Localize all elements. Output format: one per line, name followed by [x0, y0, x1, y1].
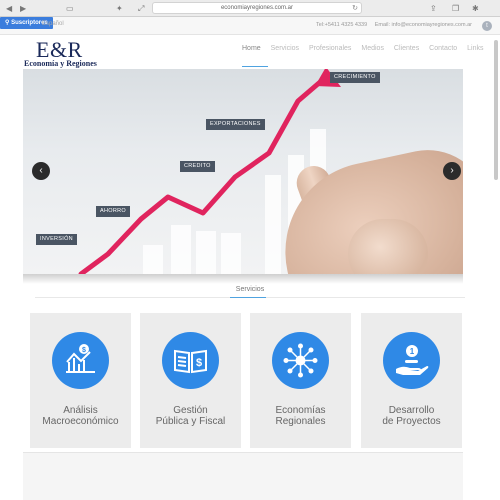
nav-links[interactable]: Links	[467, 45, 483, 52]
user-icon: ⚲	[5, 20, 10, 26]
services-title: Servicios	[235, 286, 265, 293]
browser-toolbar: ◀ ▶ ▭ ✦ ⤢ economiayregiones.com.ar ↻ ⇪ ❐…	[0, 0, 500, 17]
logo-subtitle: Economía y Regiones	[24, 59, 97, 68]
service-card-gestion[interactable]: $ Gestión Pública y Fiscal	[140, 313, 241, 448]
services-title-underline	[230, 297, 266, 298]
label-ahorro: AHORRO	[96, 206, 130, 217]
slider-prev-button[interactable]: ‹	[32, 162, 50, 180]
service-card-analisis[interactable]: $ Análisis Macroeconómico	[30, 313, 131, 448]
label-credito: CREDITO	[180, 161, 215, 172]
email-link[interactable]: Email: info@economiayregiones.com.ar	[375, 22, 472, 28]
network-icon	[272, 332, 329, 389]
share-icon[interactable]: ⇪	[430, 3, 437, 14]
slider-next-button[interactable]: ›	[443, 162, 461, 180]
nav-active-underline	[242, 66, 268, 67]
service-card-economias[interactable]: Economías Regionales	[250, 313, 351, 448]
twitter-icon[interactable]: t	[482, 21, 492, 31]
nav-medios[interactable]: Medios	[361, 45, 384, 52]
svg-text:1: 1	[410, 347, 415, 356]
top-bar: ⚲ Suscriptores Español Tel:+5411 4325 43…	[0, 17, 500, 35]
service-label-economias: Economías Regionales	[275, 405, 326, 427]
tabs-icon[interactable]: ❐	[452, 3, 459, 14]
svg-text:$: $	[196, 357, 202, 369]
service-label-analisis: Análisis Macroeconómico	[42, 405, 119, 427]
sidebar-icon[interactable]: ▭	[66, 3, 74, 14]
hand-coins-icon: 1	[383, 332, 440, 389]
label-crecimiento: CRECIMIENTO	[330, 72, 380, 83]
label-exportaciones: EXPORTACIONES	[206, 119, 265, 130]
hand-fingertip	[348, 219, 428, 274]
hero-slider: CRECIMIENTO EXPORTACIONES CREDITO AHORRO…	[23, 69, 463, 274]
forward-icon[interactable]: ▶	[20, 3, 26, 14]
settings-icon[interactable]: ✱	[472, 3, 479, 14]
contact-info: Tel:+5411 4325 4339 Email: info@economia…	[310, 22, 472, 28]
service-label-desarrollo: Desarrollo de Proyectos	[382, 405, 441, 427]
phone-text: Tel:+5411 4325 4339	[316, 22, 368, 28]
url-text: economiayregiones.com.ar	[220, 5, 294, 11]
reload-icon[interactable]: ↻	[352, 3, 358, 14]
service-card-desarrollo[interactable]: 1 Desarrollo de Proyectos	[361, 313, 462, 448]
page-scrollbar[interactable]	[494, 40, 498, 180]
nav-servicios[interactable]: Servicios	[271, 45, 299, 52]
svg-text:$: $	[82, 347, 86, 354]
extension-icon[interactable]: ✦	[116, 3, 123, 14]
nav-contacto[interactable]: Contacto	[429, 45, 457, 52]
main-nav: Home Servicios Profesionales Medios Clie…	[242, 45, 491, 52]
address-bar[interactable]: economiayregiones.com.ar ↻	[152, 2, 362, 14]
nav-home[interactable]: Home	[242, 45, 261, 52]
service-label-gestion: Gestión Pública y Fiscal	[155, 405, 226, 427]
next-section-preview	[23, 452, 463, 500]
book-dollar-icon: $	[162, 332, 219, 389]
site-header: E&R Economía y Regiones Home Servicios P…	[0, 35, 500, 69]
expand-icon[interactable]: ⤢	[138, 3, 144, 14]
label-inversion: INVERSIÓN	[36, 234, 77, 245]
back-icon[interactable]: ◀	[6, 3, 12, 14]
hero-shadow	[23, 274, 463, 284]
chart-analysis-icon: $	[52, 332, 109, 389]
nav-profesionales[interactable]: Profesionales	[309, 45, 351, 52]
nav-clientes[interactable]: Clientes	[394, 45, 419, 52]
language-selector[interactable]: Español	[42, 21, 64, 27]
